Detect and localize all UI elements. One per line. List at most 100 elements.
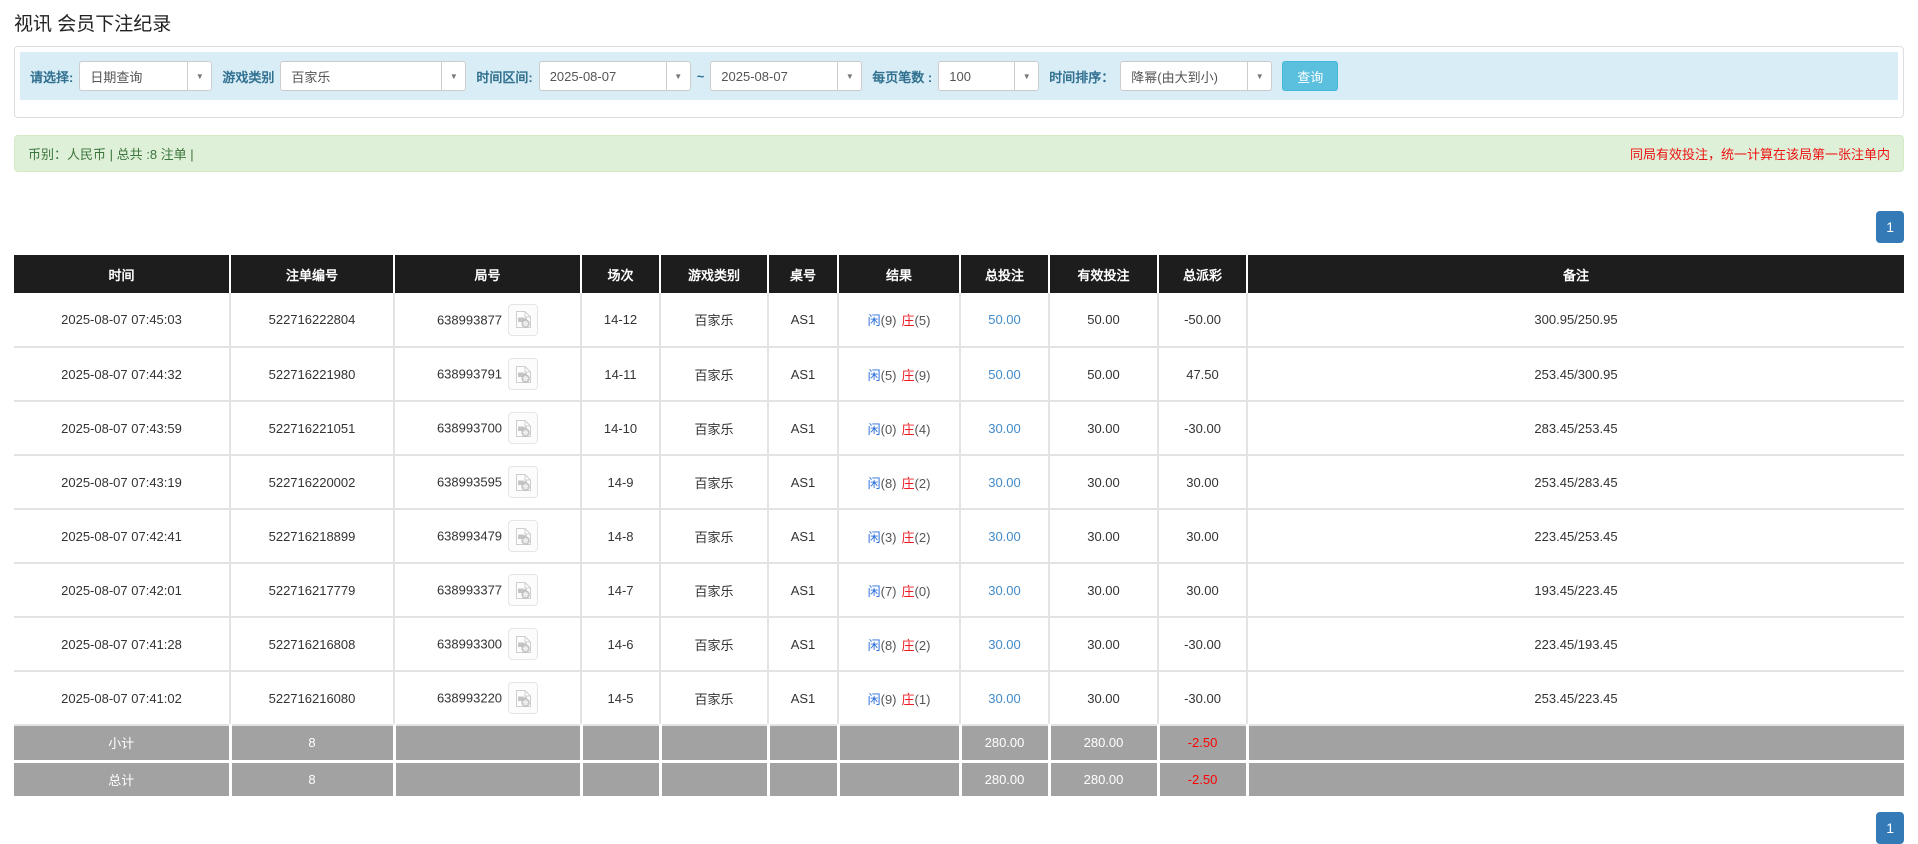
header-bet-id: 注单编号 xyxy=(230,255,394,293)
total-bet-link[interactable]: 50.00 xyxy=(988,312,1021,327)
date-to-select[interactable]: 2025-08-07 ▼ xyxy=(710,61,862,91)
result-player-label: 闲 xyxy=(868,476,881,491)
header-payout: 总派彩 xyxy=(1158,255,1247,293)
cell-result: 闲(9)庄(5) xyxy=(838,293,960,347)
video-file-icon xyxy=(515,365,532,384)
cell-payout: -30.00 xyxy=(1158,401,1247,455)
cell-table-no: AS1 xyxy=(768,455,838,509)
total-bet-link[interactable]: 30.00 xyxy=(988,583,1021,598)
video-file-icon xyxy=(515,581,532,600)
result-player-num: (8) xyxy=(881,476,897,491)
cell-round-id: 638993377 xyxy=(394,563,581,617)
pagination-top: 1 xyxy=(14,211,1904,243)
date-to-value: 2025-08-07 xyxy=(711,69,837,84)
total-bet-link[interactable]: 30.00 xyxy=(988,637,1021,652)
page-size-label: 每页笔数 : xyxy=(872,67,932,86)
cell-total-bet: 30.00 xyxy=(960,671,1049,725)
result-banker-label: 庄 xyxy=(902,584,915,599)
chevron-down-icon: ▼ xyxy=(837,62,861,90)
video-replay-button[interactable] xyxy=(508,520,538,552)
cell-bet-id: 522716221980 xyxy=(230,347,394,401)
header-time: 时间 xyxy=(14,255,230,293)
grand-total-row: 总计 8 280.00 280.00 -2.50 xyxy=(14,761,1904,797)
cell-total-bet: 30.00 xyxy=(960,401,1049,455)
cell-result: 闲(8)庄(2) xyxy=(838,617,960,671)
cell-bet-id: 522716221051 xyxy=(230,401,394,455)
header-session: 场次 xyxy=(581,255,660,293)
cell-table-no: AS1 xyxy=(768,563,838,617)
cell-valid-bet: 50.00 xyxy=(1049,347,1158,401)
round-id: 638993220 xyxy=(437,691,502,706)
cell-game-type: 百家乐 xyxy=(660,293,768,347)
cell-valid-bet: 30.00 xyxy=(1049,401,1158,455)
cell-game-type: 百家乐 xyxy=(660,347,768,401)
video-replay-button[interactable] xyxy=(508,574,538,606)
cell-time: 2025-08-07 07:41:02 xyxy=(14,671,230,725)
cell-remark: 223.45/253.45 xyxy=(1247,509,1904,563)
grand-total-total-bet: 280.00 xyxy=(960,761,1049,797)
cell-valid-bet: 30.00 xyxy=(1049,509,1158,563)
query-type-select[interactable]: 日期查询 ▼ xyxy=(79,61,212,91)
result-player-label: 闲 xyxy=(868,638,881,653)
cell-session: 14-12 xyxy=(581,293,660,347)
video-replay-button[interactable] xyxy=(508,412,538,444)
cell-valid-bet: 30.00 xyxy=(1049,563,1158,617)
chevron-down-icon: ▼ xyxy=(666,62,690,90)
table-row: 2025-08-07 07:43:59 522716221051 6389937… xyxy=(14,401,1904,455)
total-bet-link[interactable]: 30.00 xyxy=(988,691,1021,706)
cell-valid-bet: 30.00 xyxy=(1049,455,1158,509)
page-1-button[interactable]: 1 xyxy=(1876,812,1904,844)
total-bet-link[interactable]: 30.00 xyxy=(988,421,1021,436)
query-button[interactable]: 查询 xyxy=(1282,61,1338,91)
cell-time: 2025-08-07 07:45:03 xyxy=(14,293,230,347)
round-id: 638993700 xyxy=(437,421,502,436)
result-player-num: (0) xyxy=(881,422,897,437)
page-title: 视讯 会员下注纪录 xyxy=(14,9,1904,36)
cell-bet-id: 522716222804 xyxy=(230,293,394,347)
total-bet-link[interactable]: 30.00 xyxy=(988,475,1021,490)
result-player-label: 闲 xyxy=(868,584,881,599)
header-total-bet: 总投注 xyxy=(960,255,1049,293)
date-from-select[interactable]: 2025-08-07 ▼ xyxy=(539,61,691,91)
video-replay-button[interactable] xyxy=(508,304,538,336)
result-player-label: 闲 xyxy=(868,530,881,545)
result-player-label: 闲 xyxy=(868,422,881,437)
filter-bar: 请选择: 日期查询 ▼ 游戏类别 百家乐 ▼ 时间区间: 2025-08-07 … xyxy=(20,52,1898,100)
video-file-icon xyxy=(515,419,532,438)
sort-order-value: 降幂(由大到小) xyxy=(1121,67,1247,86)
header-result: 结果 xyxy=(838,255,960,293)
result-banker-label: 庄 xyxy=(902,638,915,653)
cell-payout: -50.00 xyxy=(1158,293,1247,347)
cell-remark: 223.45/193.45 xyxy=(1247,617,1904,671)
subtotal-count: 8 xyxy=(230,725,394,761)
video-file-icon xyxy=(515,689,532,708)
cell-game-type: 百家乐 xyxy=(660,401,768,455)
page-1-button[interactable]: 1 xyxy=(1876,211,1904,243)
video-replay-button[interactable] xyxy=(508,358,538,390)
cell-table-no: AS1 xyxy=(768,401,838,455)
cell-bet-id: 522716220002 xyxy=(230,455,394,509)
date-from-value: 2025-08-07 xyxy=(540,69,666,84)
cell-result: 闲(0)庄(4) xyxy=(838,401,960,455)
cell-table-no: AS1 xyxy=(768,509,838,563)
summary-alert: 币别：人民币 | 总共 :8 注单 | 同局有效投注，统一计算在该局第一张注单内 xyxy=(14,135,1904,172)
page-size-select[interactable]: 100 ▼ xyxy=(938,61,1039,91)
total-bet-link[interactable]: 30.00 xyxy=(988,529,1021,544)
total-bet-link[interactable]: 50.00 xyxy=(988,367,1021,382)
cell-session: 14-6 xyxy=(581,617,660,671)
cell-total-bet: 30.00 xyxy=(960,455,1049,509)
game-type-select[interactable]: 百家乐 ▼ xyxy=(280,61,466,91)
cell-payout: -30.00 xyxy=(1158,617,1247,671)
result-player-num: (7) xyxy=(881,584,897,599)
cell-result: 闲(7)庄(0) xyxy=(838,563,960,617)
result-banker-num: (2) xyxy=(915,476,931,491)
cell-payout: 30.00 xyxy=(1158,455,1247,509)
page-size-value: 100 xyxy=(939,69,1014,84)
video-replay-button[interactable] xyxy=(508,682,538,714)
currency-total-text: 币别：人民币 | 总共 :8 注单 | xyxy=(28,144,194,163)
table-row: 2025-08-07 07:42:41 522716218899 6389934… xyxy=(14,509,1904,563)
video-replay-button[interactable] xyxy=(508,466,538,498)
sort-order-select[interactable]: 降幂(由大到小) ▼ xyxy=(1120,61,1272,91)
video-replay-button[interactable] xyxy=(508,628,538,660)
result-player-num: (5) xyxy=(881,368,897,383)
